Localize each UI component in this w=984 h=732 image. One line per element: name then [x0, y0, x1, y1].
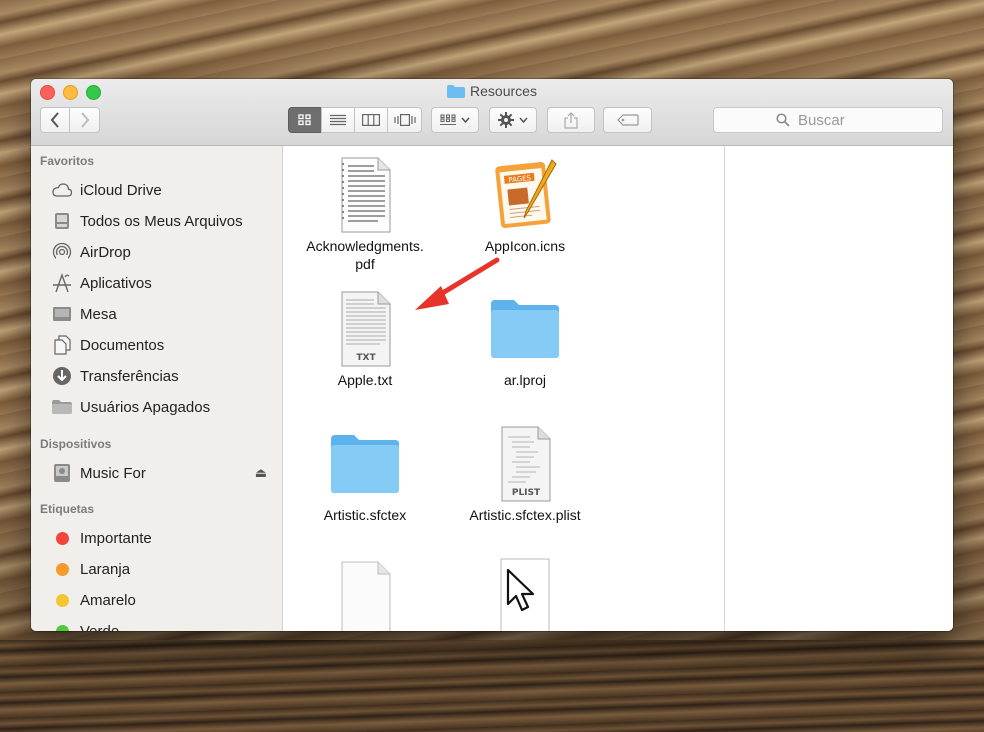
tag-icon [616, 114, 639, 126]
pdf-document-icon [341, 157, 391, 233]
titlebar: Resources [31, 79, 953, 146]
chevron-right-icon [80, 112, 89, 128]
sidebar-item-documents[interactable]: Documentos [51, 333, 164, 357]
list-view-icon [330, 114, 346, 126]
file-item[interactable] [445, 558, 605, 631]
airdrop-icon [51, 242, 73, 262]
sidebar-item-label: Importante [80, 529, 152, 547]
sidebar-item-label: Usuários Apagados [80, 398, 211, 416]
sidebar-item-label: Transferências [80, 367, 179, 385]
file-name: ar.lproj [503, 372, 547, 388]
eject-icon[interactable]: ⏏ [255, 465, 267, 481]
sidebar: Favoritos iCloud Drive Todos os Meus Arq… [31, 146, 283, 631]
sidebar-item-label: Amarelo [80, 591, 136, 609]
sidebar-item-all-files[interactable]: Todos os Meus Arquivos [51, 209, 243, 233]
file-type-badge: PLIST [512, 488, 541, 498]
pages-app-icon: PAGES [495, 159, 557, 229]
tags-heading: Etiquetas [40, 502, 95, 516]
documents-icon [51, 335, 73, 355]
red-tag-dot-icon [55, 531, 69, 545]
orange-tag-dot-icon [55, 562, 69, 576]
tag-button[interactable] [603, 107, 652, 133]
forward-button[interactable] [69, 107, 100, 133]
txt-document-icon: TXT [341, 291, 391, 367]
sidebar-item-label: Documentos [80, 336, 165, 354]
share-button[interactable] [547, 107, 595, 133]
chevron-left-icon [50, 112, 59, 128]
file-item[interactable] [285, 560, 445, 631]
sidebar-item-label: AirDrop [80, 243, 131, 261]
arrange-icon [440, 114, 456, 126]
sidebar-item-music-for[interactable]: Music For ⏏ [51, 461, 267, 485]
sidebar-item-downloads[interactable]: Transferências [51, 364, 179, 388]
all-files-icon [51, 211, 73, 231]
sidebar-item-desktop[interactable]: Mesa [51, 302, 117, 326]
arrange-button[interactable] [431, 107, 479, 133]
sidebar-tag-amarelo[interactable]: Amarelo [51, 588, 136, 612]
file-name: Artistic.sfctex [323, 507, 407, 523]
applications-icon [51, 273, 73, 293]
green-tag-dot-icon [55, 624, 69, 631]
sidebar-tag-laranja[interactable]: Laranja [51, 557, 130, 581]
file-type-badge: TXT [356, 353, 376, 363]
action-button[interactable] [489, 107, 537, 133]
sidebar-item-label: Verde [80, 622, 120, 632]
cursor-image-icon [500, 558, 550, 631]
sidebar-item-label: iCloud Drive [80, 181, 162, 199]
icon-view-button[interactable] [288, 107, 322, 133]
yellow-tag-dot-icon [55, 593, 69, 607]
gear-icon [498, 112, 514, 128]
file-name: Apple.txt [337, 372, 393, 388]
search-field[interactable] [713, 107, 943, 133]
chevron-down-icon [519, 117, 528, 123]
sidebar-tag-verde[interactable]: Verde [51, 619, 119, 631]
cloud-icon [51, 180, 73, 200]
disk-icon [51, 463, 73, 483]
folder-icon [331, 435, 399, 493]
sidebar-item-applications[interactable]: Aplicativos [51, 271, 152, 295]
sidebar-item-label: Aplicativos [80, 274, 152, 292]
desktop-background [0, 640, 984, 732]
share-icon [564, 111, 578, 129]
sidebar-item-label: Mesa [80, 305, 117, 323]
cover-flow-icon [393, 114, 416, 126]
sidebar-item-label: Music For [80, 464, 146, 482]
file-item[interactable]: Artistic.sfctex [285, 425, 445, 524]
preview-pane [724, 146, 953, 631]
file-item[interactable]: PAGES AppIcon.icns [445, 156, 605, 255]
file-name: AppIcon.icns [484, 238, 566, 254]
list-view-button[interactable] [321, 107, 355, 133]
back-button[interactable] [40, 107, 70, 133]
file-grid: Acknowledgments. pdf PAGES AppIcon.icns … [283, 146, 724, 631]
red-arrow-icon [415, 257, 500, 310]
downloads-icon [51, 366, 73, 386]
blank-document-icon [341, 561, 391, 631]
column-view-button[interactable] [354, 107, 388, 133]
finder-window: Resources Buscar Favoritos iCloud Drive … [31, 79, 953, 631]
sidebar-tag-importante[interactable]: Importante [51, 526, 152, 550]
search-input[interactable] [796, 110, 880, 130]
folder-icon [447, 85, 466, 98]
search-icon [776, 113, 790, 127]
sidebar-item-airdrop[interactable]: AirDrop [51, 240, 131, 264]
cover-flow-button[interactable] [387, 107, 422, 133]
column-view-icon [362, 114, 380, 126]
icon-view-icon [298, 114, 311, 126]
sidebar-item-deleted-users[interactable]: Usuários Apagados [51, 395, 210, 419]
window-title: Resources [31, 83, 953, 99]
devices-heading: Dispositivos [40, 437, 112, 451]
favorites-heading: Favoritos [40, 154, 95, 168]
folder-icon [51, 397, 73, 417]
chevron-down-icon [461, 117, 470, 123]
window-title-text: Resources [470, 83, 537, 99]
sidebar-item-icloud-drive[interactable]: iCloud Drive [51, 178, 162, 202]
sidebar-item-label: Todos os Meus Arquivos [80, 212, 243, 230]
plist-document-icon: PLIST [501, 426, 551, 502]
desktop-icon [51, 304, 73, 324]
file-item[interactable]: PLIST Artistic.sfctex.plist [445, 425, 605, 524]
file-name: Artistic.sfctex.plist [469, 507, 581, 523]
sidebar-item-label: Laranja [80, 560, 131, 578]
